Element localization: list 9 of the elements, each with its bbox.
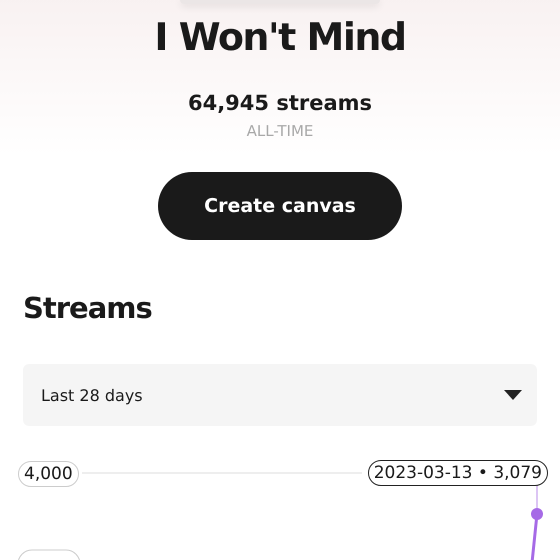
date-range-dropdown[interactable]: Last 28 days <box>23 364 537 426</box>
data-point-tooltip: 2023-03-13 • 3,079 <box>368 460 548 486</box>
y-axis-label: 4,000 <box>18 461 79 487</box>
create-canvas-button[interactable]: Create canvas <box>158 172 402 240</box>
caret-icon <box>504 390 522 400</box>
track-title: I Won't Mind <box>154 14 406 60</box>
section-heading: Streams <box>23 290 153 326</box>
stream-count: 64,945 streams <box>188 90 372 116</box>
period-label: ALL-TIME <box>246 122 314 140</box>
